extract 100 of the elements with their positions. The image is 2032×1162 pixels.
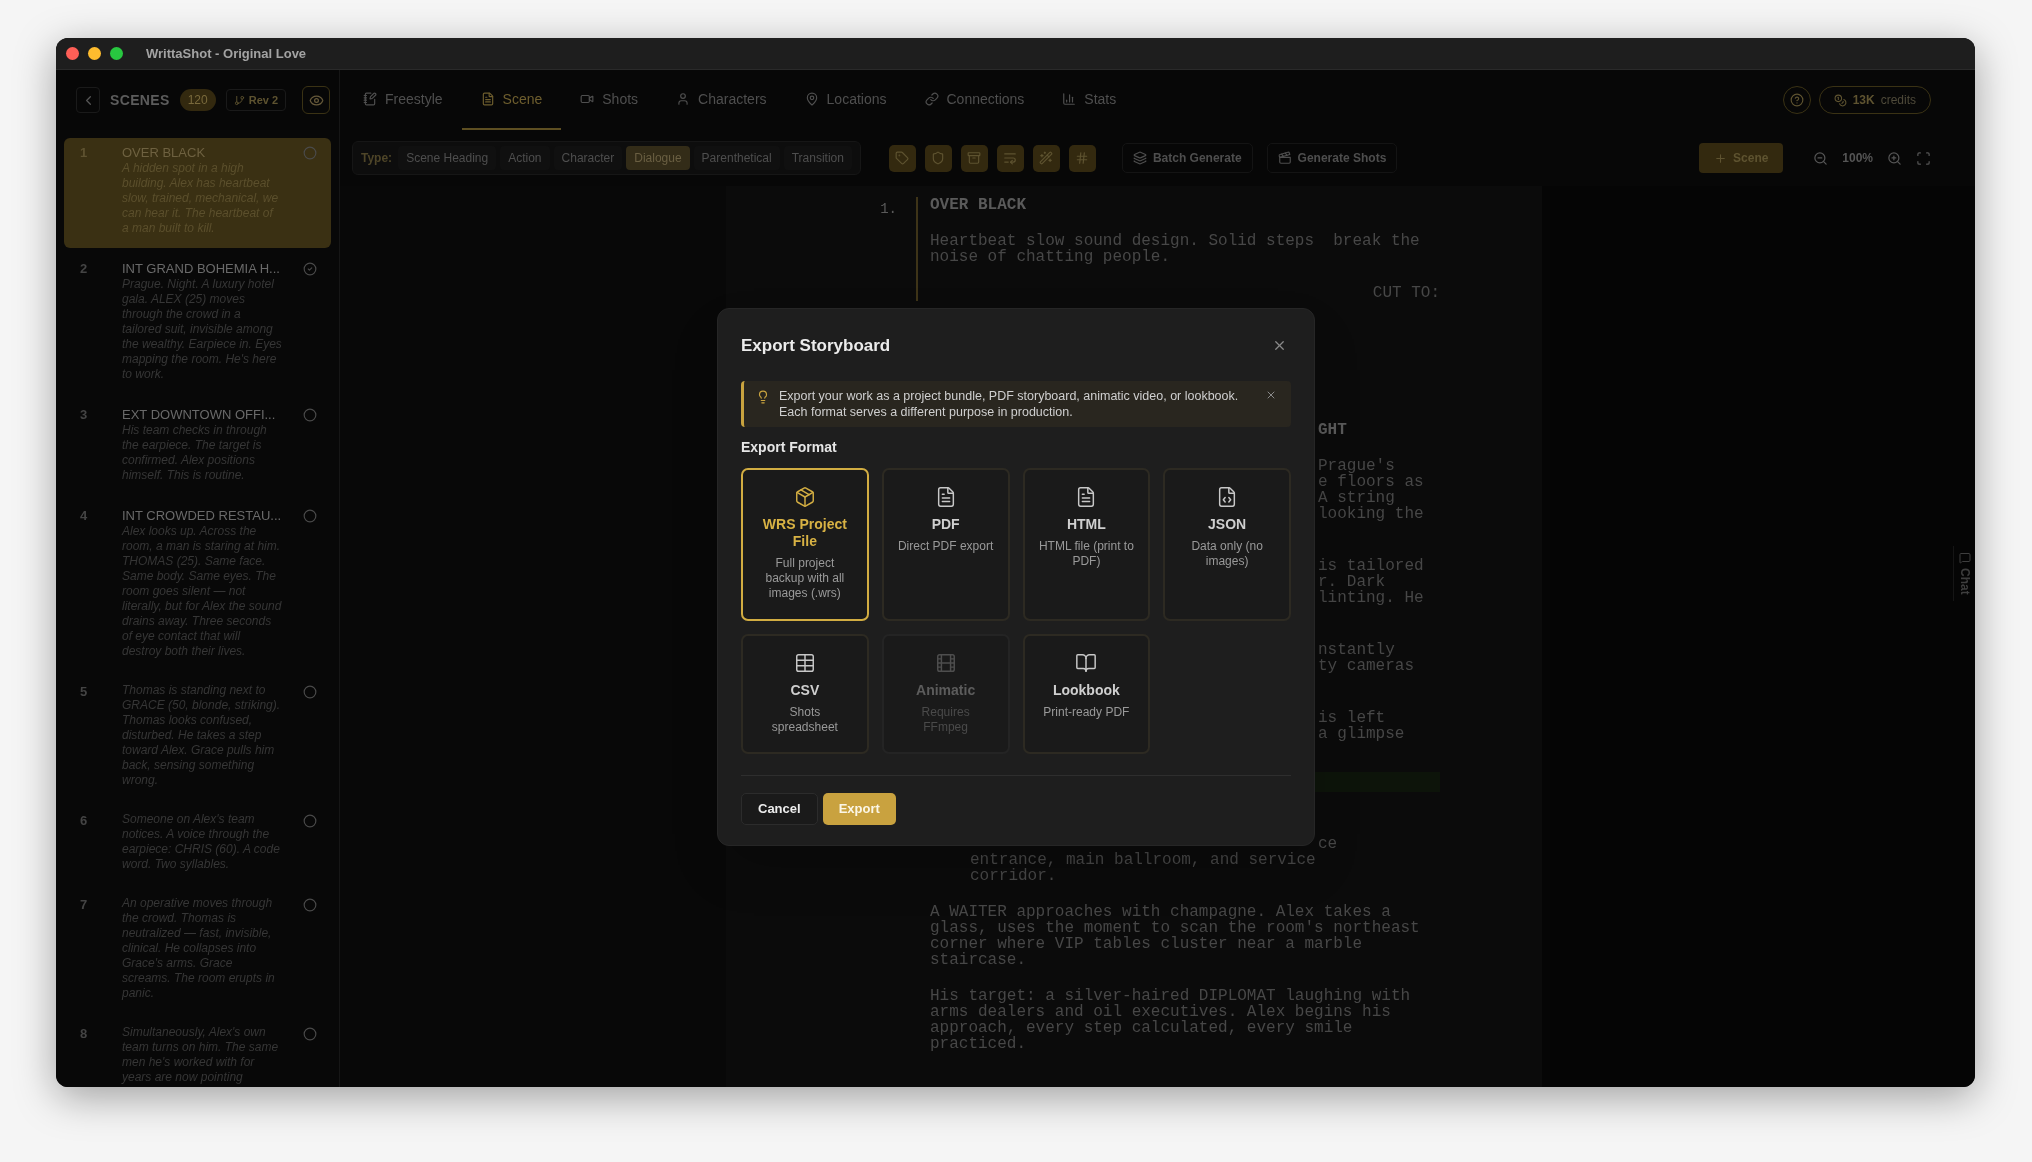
chat-tab[interactable]: Chat <box>1953 546 1975 601</box>
script-line: e floors as <box>1318 474 1425 490</box>
person-icon <box>676 92 691 106</box>
scene-number: 8 <box>80 1025 89 1043</box>
scene-number: 7 <box>80 896 89 914</box>
script-line: a glimpse <box>1318 726 1406 742</box>
window-title: WrittaShot - Original Love <box>146 44 307 63</box>
open-book-icon <box>1075 651 1098 674</box>
toolbar-action-button[interactable]: Generate Shots <box>1266 143 1398 173</box>
script-line: practiced. <box>930 1036 1027 1052</box>
back-button[interactable] <box>76 87 100 113</box>
scene-number: 2 <box>80 260 89 278</box>
export-button[interactable]: Export <box>822 792 896 825</box>
type-label: Type: <box>361 150 393 167</box>
scene-number: 4 <box>80 507 89 525</box>
script-line: looking the <box>1318 506 1425 522</box>
script-line: A WAITER approaches with champagne. Alex takes a <box>930 904 1391 920</box>
script-line: is tailored <box>1318 558 1425 574</box>
format-card[interactable]: PDF Direct PDF export <box>881 467 1010 621</box>
scene-title: INT CROWDED RESTAU... <box>122 507 283 524</box>
circle-icon[interactable] <box>303 814 317 828</box>
format-name: Lookbook <box>1052 681 1120 699</box>
script-line: corner where VIP tables cluster near a marble <box>930 936 1364 952</box>
maximize-window-button[interactable] <box>110 47 123 60</box>
nav-tab[interactable]: Shots <box>561 70 658 130</box>
script-line: linting. He <box>1318 590 1425 606</box>
script-line: is left <box>1318 710 1386 726</box>
scene-title: INT GRAND BOHEMIA H... <box>122 260 281 277</box>
cancel-button[interactable]: Cancel <box>741 792 818 825</box>
script-line: r. Dark <box>1318 574 1386 590</box>
clapperboard-icon <box>1277 151 1292 165</box>
script-line: ty cameras <box>1318 658 1415 674</box>
zoom-out-button[interactable] <box>1813 150 1829 166</box>
format-tool-button[interactable] <box>924 144 952 172</box>
nav-tab[interactable]: Scene <box>461 70 562 130</box>
format-name: WRS Project File <box>761 515 848 550</box>
section-label: Export Format <box>741 437 838 457</box>
script-line: approach, every step calculated, every smile <box>930 1020 1354 1036</box>
format-tool-button[interactable] <box>888 144 916 172</box>
circle-icon[interactable] <box>303 685 317 699</box>
nav-tab[interactable]: Characters <box>657 70 786 130</box>
format-description: Shots spreadsheet <box>770 704 839 735</box>
format-tool-button[interactable] <box>996 144 1024 172</box>
scene-number: 6 <box>80 812 89 830</box>
nav-tab[interactable]: Stats <box>1043 70 1136 130</box>
script-line: CUT TO: <box>1371 285 1440 301</box>
circle-icon[interactable] <box>303 408 317 422</box>
scenes-title: SCENES <box>110 90 170 110</box>
minimize-window-button[interactable] <box>88 47 101 60</box>
circle-icon[interactable] <box>303 898 317 912</box>
format-name: CSV <box>790 681 820 699</box>
close-window-button[interactable] <box>66 47 79 60</box>
lightbulb-icon <box>756 389 770 404</box>
scene-count-badge: 120 <box>179 89 216 111</box>
nav-tab[interactable]: Freestyle <box>344 70 462 130</box>
script-line: noise of chatting people. <box>930 249 1171 265</box>
hash-icon <box>1075 151 1090 165</box>
format-card[interactable]: WRS Project File Full project backup with all images (.wrs) <box>741 467 869 621</box>
format-name: JSON <box>1208 515 1247 533</box>
revision-button[interactable]: Rev 2 <box>225 89 287 111</box>
script-line: His target: a silver-haired DIPLOMAT laughing with <box>930 988 1412 1004</box>
notice-text: Export your work as a project bundle, PDF storyboard, animatic video, or lookbook. Each format serves a different purpose in production. <box>779 387 1240 420</box>
document-icon <box>480 92 495 106</box>
nav-tab[interactable]: Locations <box>785 70 906 130</box>
toolbar-action-button[interactable]: Batch Generate <box>1121 143 1253 173</box>
credits-label: credits <box>1880 92 1916 109</box>
link-icon <box>924 92 939 106</box>
table-icon <box>793 651 816 674</box>
format-card[interactable]: Lookbook Print-ready PDF <box>1022 633 1151 754</box>
branch-icon <box>233 94 245 106</box>
format-tool-button[interactable] <box>960 144 988 172</box>
format-card[interactable]: HTML HTML file (print to PDF) <box>1022 467 1151 621</box>
format-card[interactable]: CSV Shots spreadsheet <box>741 633 869 754</box>
script-line: A string <box>1318 490 1396 506</box>
chat-icon <box>1958 552 1971 564</box>
preview-toggle-button[interactable] <box>302 86 331 114</box>
format-description: Direct PDF export <box>897 538 994 554</box>
scene-title: EXT DOWNTOWN OFFI... <box>122 406 277 423</box>
script-line: Heartbeat slow sound design. Solid steps break the <box>930 233 1421 249</box>
scene-number: 5 <box>80 683 89 701</box>
format-description: Full project backup with all images (.wrs) <box>764 555 846 601</box>
fit-screen-button[interactable] <box>1916 150 1931 166</box>
format-card[interactable]: JSON Data only (no images) <box>1163 467 1291 621</box>
zoom-in-button[interactable] <box>1887 150 1902 166</box>
circle-icon[interactable] <box>303 146 317 160</box>
line-number: 1. <box>880 201 897 217</box>
magic-wand-icon <box>1039 151 1054 165</box>
zoom-level: 100% <box>1842 150 1873 167</box>
nav-tab[interactable]: Connections <box>905 70 1044 130</box>
format-tool-button[interactable] <box>1032 144 1060 172</box>
scene-heading-line: OVER BLACK <box>930 197 1027 213</box>
format-name: Animatic <box>916 681 976 699</box>
map-pin-icon <box>804 92 819 106</box>
check-circle-icon[interactable] <box>303 262 317 276</box>
circle-icon[interactable] <box>303 1027 317 1041</box>
circle-icon[interactable] <box>303 509 317 523</box>
format-tool-button[interactable] <box>1068 144 1096 172</box>
archive-icon <box>967 151 982 165</box>
script-line: nstantly <box>1318 642 1396 658</box>
format-description: HTML file (print to PDF) <box>1038 538 1135 569</box>
